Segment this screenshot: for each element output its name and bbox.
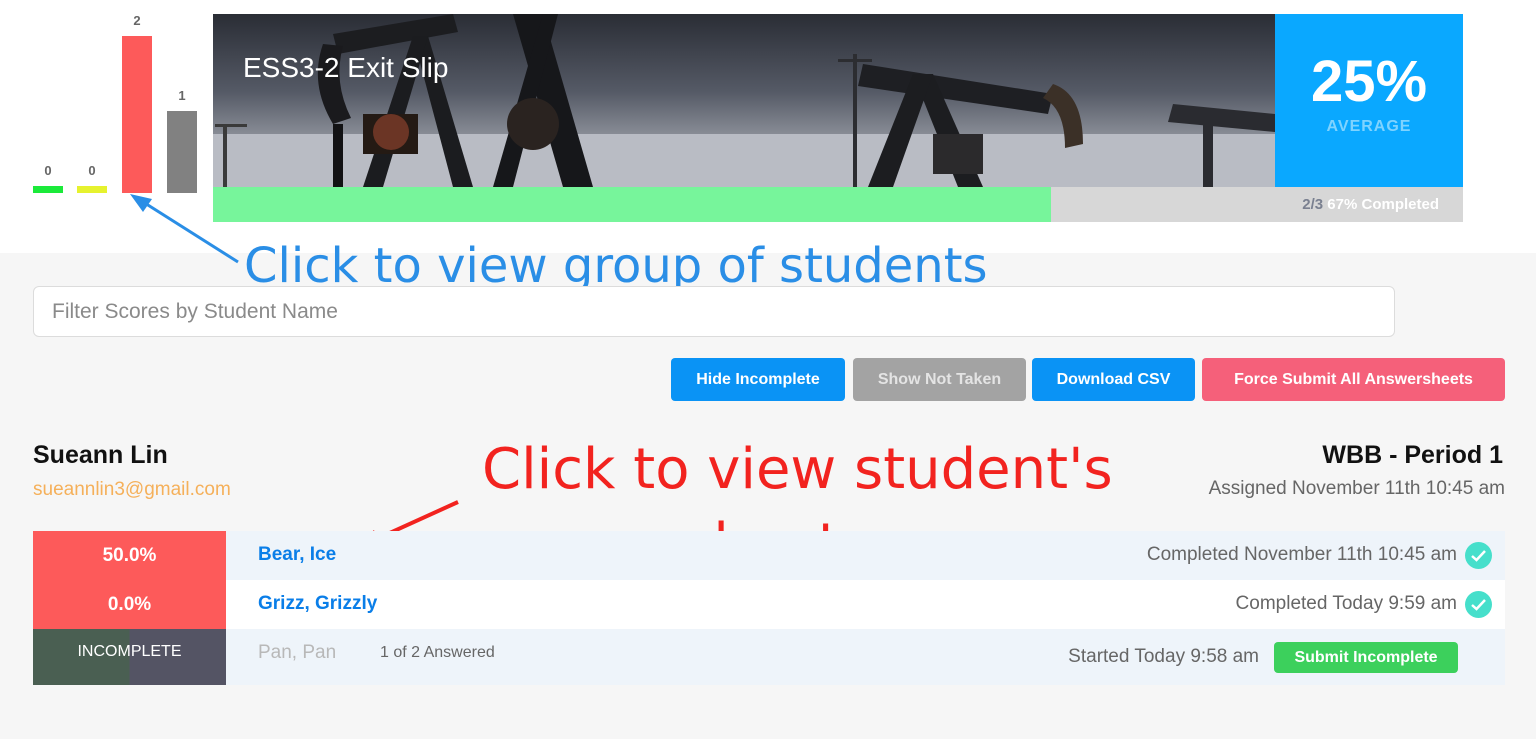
student-row-body: Bear, Ice Completed November 11th 10:45 … (226, 531, 1505, 580)
score-badge: 50.0% (33, 531, 226, 580)
assignment-banner: ESS3-2 Exit Slip (213, 14, 1275, 187)
teacher-email: sueannlin3@gmail.com (33, 479, 231, 500)
score-badge: 0.0% (33, 580, 226, 629)
average-score-box: 25% AVERAGE (1275, 14, 1463, 187)
class-period: WBB - Period 1 (1322, 441, 1503, 469)
histogram-count-label: 0 (88, 163, 96, 178)
histogram-bar-group-2[interactable] (77, 186, 107, 193)
filter-student-name-input[interactable] (33, 286, 1395, 337)
student-status: Started Today 9:58 am (1068, 646, 1259, 667)
score-badge-incomplete: INCOMPLETE (33, 629, 226, 685)
completion-progress-fill (213, 187, 1051, 222)
student-row: INCOMPLETE Pan, Pan 1 of 2 Answered Star… (33, 629, 1505, 685)
completion-percent: 67% Completed (1327, 196, 1439, 213)
download-csv-button[interactable]: Download CSV (1032, 358, 1195, 401)
histogram-count-label: 1 (178, 88, 186, 103)
student-row: 50.0% Bear, Ice Completed November 11th … (33, 531, 1505, 580)
assigned-date: Assigned November 11th 10:45 am (1208, 478, 1505, 499)
teacher-name: Sueann Lin (33, 441, 168, 469)
completion-progress-text: 2/3 67% Completed (1302, 196, 1439, 213)
hide-incomplete-button[interactable]: Hide Incomplete (671, 358, 845, 401)
student-row: 0.0% Grizz, Grizzly Completed Today 9:59… (33, 580, 1505, 629)
histogram-count-label: 2 (133, 13, 141, 28)
submit-incomplete-button[interactable]: Submit Incomplete (1274, 642, 1458, 673)
average-score-label: AVERAGE (1326, 118, 1412, 135)
check-circle-icon (1465, 591, 1492, 618)
answered-count: 1 of 2 Answered (380, 644, 495, 661)
show-not-taken-button[interactable]: Show Not Taken (853, 358, 1026, 401)
student-status: Completed Today 9:59 am (1235, 593, 1457, 614)
histogram-count-label: 0 (44, 163, 52, 178)
student-row-body: Grizz, Grizzly Completed Today 9:59 am (226, 580, 1505, 629)
histogram-bar-group-1[interactable] (33, 186, 63, 193)
assignment-title: ESS3-2 Exit Slip (243, 52, 449, 83)
oil-pump-jack-image (213, 14, 1275, 187)
student-status: Completed November 11th 10:45 am (1146, 544, 1457, 565)
student-row-body: Pan, Pan 1 of 2 Answered Started Today 9… (226, 629, 1505, 685)
student-name-link[interactable]: Grizz, Grizzly (258, 593, 377, 615)
average-score-value: 25% (1310, 49, 1428, 114)
histogram-bar-group-3[interactable] (122, 36, 152, 193)
student-name-link[interactable]: Bear, Ice (258, 544, 336, 566)
completion-fraction: 2/3 (1302, 196, 1324, 213)
force-submit-all-button[interactable]: Force Submit All Answersheets (1202, 358, 1505, 401)
check-circle-icon (1465, 542, 1492, 569)
student-name-incomplete: Pan, Pan (258, 642, 337, 663)
histogram-bar-group-4[interactable] (167, 111, 197, 193)
completion-progress-bar: 2/3 67% Completed (213, 187, 1463, 222)
